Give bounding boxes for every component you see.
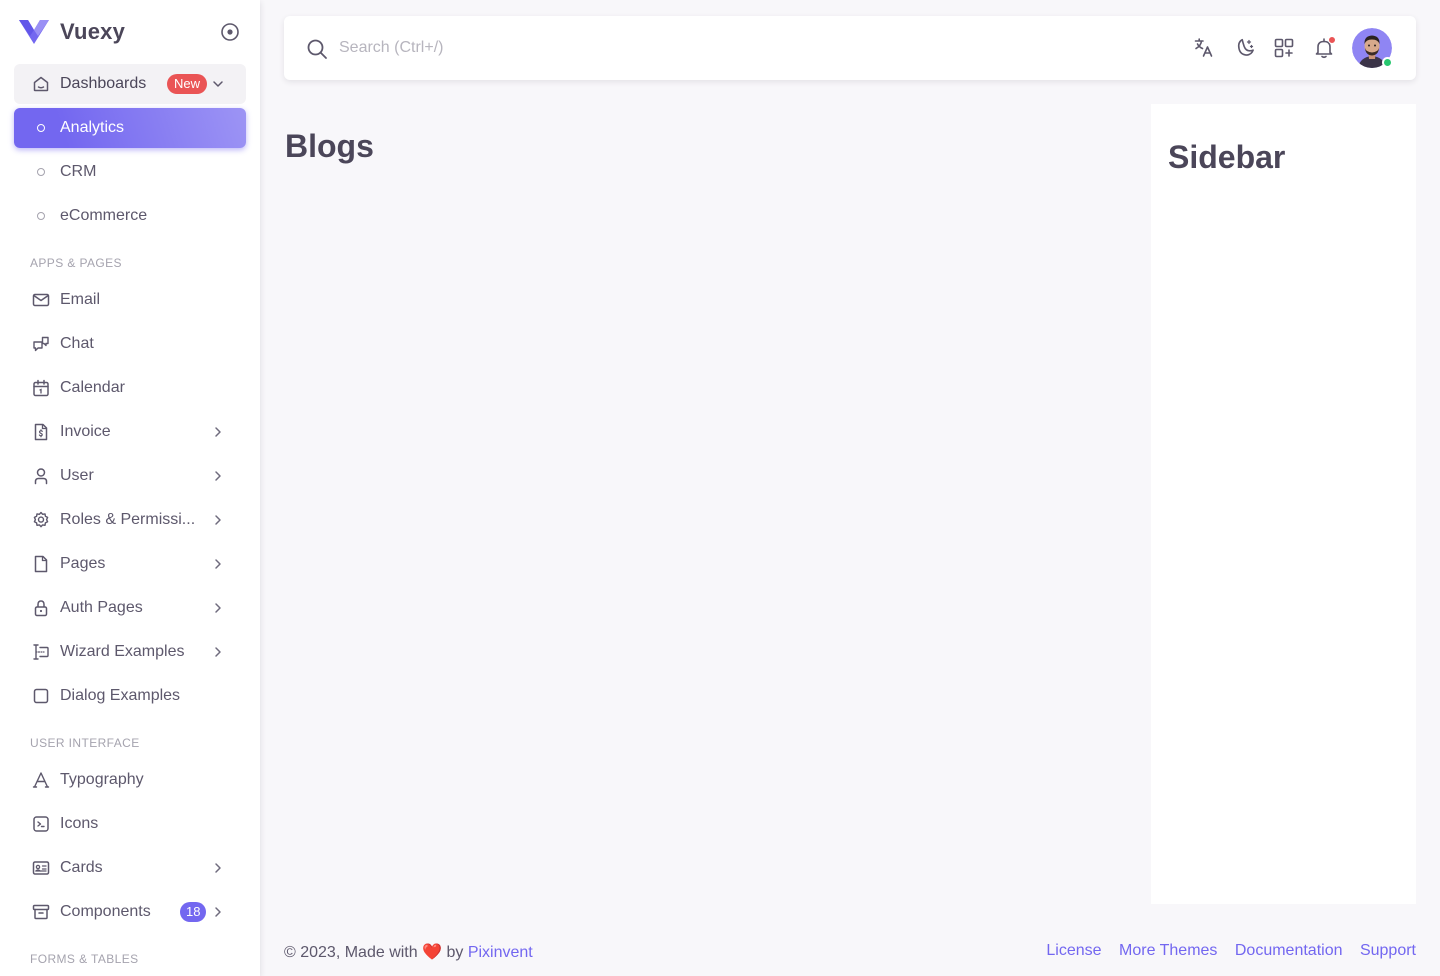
sidebar-item-roles-permissions[interactable]: Roles & Permissi... (14, 500, 246, 540)
sidebar-item-label: Auth Pages (60, 599, 143, 616)
license-link[interactable]: License (1046, 942, 1101, 959)
sidebar-item-label: Cards (60, 859, 103, 876)
chevron-right-icon (215, 863, 221, 873)
sidebar-item-label: Pages (60, 555, 106, 572)
sidebar-item-label: Dialog Examples (60, 687, 181, 704)
sidebar-panel: Sidebar (1151, 104, 1416, 904)
chevron-right-icon (215, 603, 221, 613)
square-icon (33, 688, 49, 704)
sidebar-item-label: Wizard Examples (60, 643, 185, 660)
app-root: Vuexy Dashboards New Analytics CRM eComm… (0, 0, 1440, 976)
chevron-right-icon (215, 471, 221, 481)
sidebar-item-email[interactable]: Email (14, 280, 246, 320)
calendar-icon (33, 379, 49, 397)
mail-icon (32, 293, 50, 307)
more-themes-link[interactable]: More Themes (1119, 942, 1217, 959)
sidebar-item-invoice[interactable]: Invoice (14, 412, 246, 452)
lock-icon (34, 600, 48, 617)
settings-icon (33, 511, 49, 528)
user-icon (34, 468, 48, 485)
shortcuts-icon[interactable] (1272, 36, 1296, 60)
sidebar-item-label: Icons (60, 815, 99, 832)
sidebar-item-label: Components (60, 903, 151, 920)
sidebar-item-pages[interactable]: Pages (14, 544, 246, 584)
footer-links: License More Themes Documentation Suppor… (1033, 942, 1416, 960)
file-dollar-icon (34, 423, 48, 441)
sidebar-panel-title: Sidebar (1168, 139, 1286, 175)
chevron-right-icon (215, 559, 221, 569)
messages-icon (33, 336, 49, 352)
moon-icon[interactable] (1232, 36, 1256, 60)
circle-icon (37, 168, 45, 176)
by-text: by (446, 944, 464, 961)
sidebar-item-ecommerce[interactable]: eCommerce (14, 196, 246, 236)
file-icon (34, 555, 48, 573)
terminal-icon (33, 816, 49, 832)
section-header-forms: FORMS & TABLES (30, 952, 139, 966)
smart-home-icon (33, 76, 49, 92)
count-badge: 18 (180, 902, 207, 922)
chevron-down-icon (213, 81, 223, 87)
sidebar-item-user[interactable]: User (14, 456, 246, 496)
heart-icon: ❤️ (422, 944, 443, 961)
sidebar-item-typography[interactable]: Typography (14, 760, 246, 800)
sidebar-item-icons[interactable]: Icons (14, 804, 246, 844)
sidebar-item-cards[interactable]: Cards (14, 848, 246, 888)
sidebar-item-label: eCommerce (60, 207, 148, 224)
menu-toggle-icon[interactable] (220, 22, 240, 42)
sidebar-item-label: Chat (60, 335, 94, 352)
footer: © 2023, Made with ❤️ by Pixinvent Licens… (284, 940, 1416, 964)
sidebar-item-wizard-examples[interactable]: Wizard Examples (14, 632, 246, 672)
user-avatar-button[interactable] (1352, 28, 1393, 68)
sidebar-item-analytics[interactable]: Analytics (14, 108, 246, 148)
vuexy-logo-icon (19, 20, 49, 44)
sidebar-item-components[interactable]: Components 18 (14, 892, 246, 932)
sidebar-item-label: User (60, 467, 94, 484)
company-link[interactable]: Pixinvent (468, 944, 533, 961)
copyright-text: © 2023, Made with (284, 944, 418, 961)
sidebar-item-chat[interactable]: Chat (14, 324, 246, 364)
top-navbar (284, 16, 1416, 80)
documentation-link[interactable]: Documentation (1235, 942, 1343, 959)
chevron-right-icon (215, 515, 221, 525)
brand-name: Vuexy (60, 19, 126, 44)
sidebar-item-label: Roles & Permissi... (60, 511, 196, 528)
page-title: Blogs (285, 128, 374, 164)
circle-icon (37, 212, 45, 220)
typography-icon (32, 772, 50, 788)
new-badge: New (167, 74, 208, 94)
sidebar-item-dialog-examples[interactable]: Dialog Examples (14, 676, 246, 716)
footer-copyright: © 2023, Made with ❤️ by Pixinvent (284, 942, 533, 962)
support-link[interactable]: Support (1360, 942, 1416, 959)
sidebar-item-label: Invoice (60, 423, 111, 440)
search-input[interactable] (339, 32, 939, 64)
sidebar-item-crm[interactable]: CRM (14, 152, 246, 192)
sidebar-item-dashboards[interactable]: Dashboards New (14, 64, 246, 104)
section-header-apps: APPS & PAGES (30, 256, 122, 270)
language-icon[interactable] (1192, 36, 1216, 60)
sidebar-item-label: Dashboards (60, 75, 147, 92)
sidebar-item-auth-pages[interactable]: Auth Pages (14, 588, 246, 628)
sidebar-item-label: Analytics (60, 119, 125, 136)
chevron-right-icon (215, 647, 221, 657)
online-status-dot (1382, 57, 1393, 68)
notification-dot (1328, 36, 1336, 44)
sidebar-item-label: CRM (60, 163, 97, 180)
circle-icon (37, 124, 45, 132)
forms-icon (33, 644, 49, 660)
id-card-icon (32, 861, 50, 875)
sidebar-item-calendar[interactable]: Calendar (14, 368, 246, 408)
sidebar: Vuexy Dashboards New Analytics CRM eComm… (0, 0, 260, 976)
sidebar-item-label: Calendar (60, 379, 125, 396)
archive-icon (32, 904, 50, 920)
search-icon[interactable] (305, 37, 329, 61)
chevron-right-icon (215, 427, 221, 437)
brand[interactable]: Vuexy (18, 18, 244, 46)
sidebar-item-label: Typography (60, 771, 144, 788)
chevron-right-icon (215, 907, 221, 917)
sidebar-item-label: Email (60, 291, 101, 308)
section-header-ui: USER INTERFACE (30, 736, 140, 750)
